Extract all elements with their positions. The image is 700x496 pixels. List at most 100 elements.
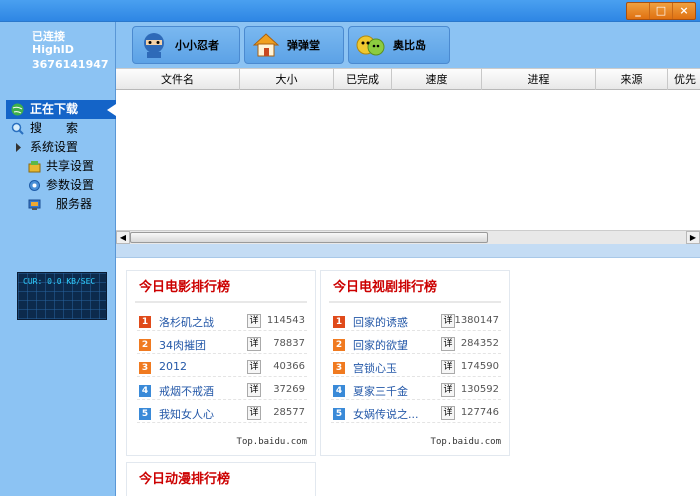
movie-link[interactable]: 戒烟不戒酒 [159, 383, 214, 399]
toolbar-button-label: 弹弹堂 [287, 39, 320, 52]
tv-link[interactable]: 回家的欲望 [353, 337, 408, 353]
detail-button[interactable]: 详 [441, 406, 455, 420]
search-icon [11, 122, 24, 135]
list-item: 2 回家的欲望 详 284352 [331, 334, 501, 354]
panel-title: 今日电影排行榜 [139, 280, 231, 295]
detail-button[interactable]: 详 [441, 383, 455, 397]
scroll-right-button[interactable]: ▶ [686, 231, 700, 244]
toolbar-button-ddtank[interactable]: 弹弹堂 [244, 26, 344, 64]
sidebar-item-downloading[interactable]: 正在下载 [6, 100, 116, 119]
tv-link[interactable]: 宫锁心玉 [353, 360, 397, 376]
house-icon [252, 33, 280, 57]
splitter-bar[interactable] [116, 244, 700, 258]
column-header-completed[interactable]: 已完成 [334, 69, 392, 90]
close-button[interactable]: × [673, 3, 695, 19]
toolbar-button-label: 小小忍者 [175, 39, 219, 52]
column-header-size[interactable]: 大小 [240, 69, 334, 90]
search-count: 37269 [273, 384, 305, 395]
rank-badge: 5 [139, 408, 151, 420]
tv-link[interactable]: 夏家三千金 [353, 383, 408, 399]
movie-link[interactable]: 我知女人心 [159, 406, 214, 422]
sidebar-item-label: 搜 索 [30, 121, 79, 135]
column-header-filename[interactable]: 文件名 [116, 69, 240, 90]
rank-badge: 4 [333, 385, 345, 397]
divider [135, 301, 307, 303]
movie-link[interactable]: 洛杉矶之战 [159, 314, 214, 330]
sidebar-nav: 正在下载 搜 索 系统设置 共享设置 参数设置 服务器 [6, 100, 116, 214]
rank-badge: 2 [333, 339, 345, 351]
speed-meter: CUR: 0.0 KB/SEC [17, 272, 107, 320]
rank-badge: 4 [139, 385, 151, 397]
list-item: 1 洛杉矶之战 详 114543 [137, 311, 307, 331]
left-panel: 已连接 HighID 3676141947 正在下载 搜 索 系统设置 共享设置… [0, 22, 116, 496]
ninja-icon [144, 33, 164, 58]
search-count: 1380147 [454, 315, 499, 326]
detail-button[interactable]: 详 [247, 314, 261, 328]
list-item: 4 夏家三千金 详 130592 [331, 380, 501, 400]
toolbar-button-ninja[interactable]: 小小忍者 [132, 26, 240, 64]
download-list: 文件名 大小 已完成 速度 进程 来源 优先 [116, 68, 700, 244]
share-icon [28, 161, 41, 173]
sidebar-item-label: 参数设置 [46, 178, 95, 192]
search-count: 78837 [273, 338, 305, 349]
table-header: 文件名 大小 已完成 速度 进程 来源 优先 [116, 68, 700, 90]
movie-link[interactable]: 2012 [159, 360, 187, 373]
toolbar-button-label: 奥比岛 [393, 39, 426, 52]
search-count: 114543 [266, 315, 305, 326]
sidebar-item-share-settings[interactable]: 共享设置 [6, 157, 116, 176]
panel-title: 今日动漫排行榜 [139, 472, 231, 487]
detail-button[interactable]: 详 [247, 406, 261, 420]
scroll-left-button[interactable]: ◀ [116, 231, 130, 244]
list-item: 4 戒烟不戒酒 详 37269 [137, 380, 307, 400]
sidebar-item-label: 正在下载 [30, 102, 79, 116]
column-header-source[interactable]: 来源 [596, 69, 668, 90]
anime-ranking-panel: 今日动漫排行榜 [126, 462, 316, 496]
movie-link[interactable]: 34肉摧团 [159, 337, 206, 353]
column-header-progress[interactable]: 进程 [482, 69, 596, 90]
search-count: 284352 [460, 338, 499, 349]
tv-link[interactable]: 女娲传说之... [353, 406, 419, 422]
rank-badge: 3 [139, 362, 151, 374]
list-item: 3 宫锁心玉 详 174590 [331, 357, 501, 377]
ranking-area: 今日电影排行榜 1 洛杉矶之战 详 114543 2 34肉摧团 详 78837… [116, 258, 700, 496]
window-controls: _ □ × [626, 2, 696, 20]
speed-meter-readout: CUR: 0.0 KB/SEC [23, 277, 96, 286]
detail-button[interactable]: 详 [441, 360, 455, 374]
globe-icon [11, 103, 24, 116]
detail-button[interactable]: 详 [441, 314, 455, 328]
source-link[interactable]: Top.baidu.com [431, 437, 501, 447]
tv-link[interactable]: 回家的诱惑 [353, 314, 408, 330]
movie-ranking-panel: 今日电影排行榜 1 洛杉矶之战 详 114543 2 34肉摧团 详 78837… [126, 270, 316, 456]
column-header-priority[interactable]: 优先 [668, 69, 700, 90]
server-icon [28, 199, 41, 210]
sidebar-item-label: 系统设置 [30, 140, 79, 154]
sidebar-item-search[interactable]: 搜 索 [6, 119, 116, 138]
sidebar-item-server[interactable]: 服务器 [6, 195, 116, 214]
maximize-button[interactable]: □ [650, 3, 673, 19]
scroll-thumb[interactable] [130, 232, 488, 243]
detail-button[interactable]: 详 [441, 337, 455, 351]
rank-badge: 1 [333, 316, 345, 328]
horizontal-scrollbar[interactable]: ◀ ▶ [116, 230, 700, 244]
toolbar: 小小忍者 弹弹堂 奥比岛 [116, 22, 700, 68]
list-item: 3 2012 详 40366 [137, 357, 307, 377]
source-link[interactable]: Top.baidu.com [237, 437, 307, 447]
sidebar-item-system-settings[interactable]: 系统设置 [6, 138, 116, 157]
toolbar-button-aobi[interactable]: 奥比岛 [348, 26, 450, 64]
minimize-button[interactable]: _ [627, 3, 650, 19]
detail-button[interactable]: 详 [247, 360, 261, 374]
detail-button[interactable]: 详 [247, 383, 261, 397]
search-count: 130592 [460, 384, 499, 395]
search-count: 174590 [460, 361, 499, 372]
column-header-speed[interactable]: 速度 [392, 69, 482, 90]
connection-state: 已连接 [32, 30, 65, 43]
aobi-icon [356, 35, 385, 56]
gear-icon [29, 180, 40, 191]
id-number: 3676141947 [32, 58, 109, 71]
rank-badge: 2 [139, 339, 151, 351]
sidebar-item-label: 共享设置 [46, 159, 95, 173]
detail-button[interactable]: 详 [247, 337, 261, 351]
rank-badge: 3 [333, 362, 345, 374]
sidebar-item-parameter-settings[interactable]: 参数设置 [6, 176, 116, 195]
list-item: 1 回家的诱惑 详 1380147 [331, 311, 501, 331]
